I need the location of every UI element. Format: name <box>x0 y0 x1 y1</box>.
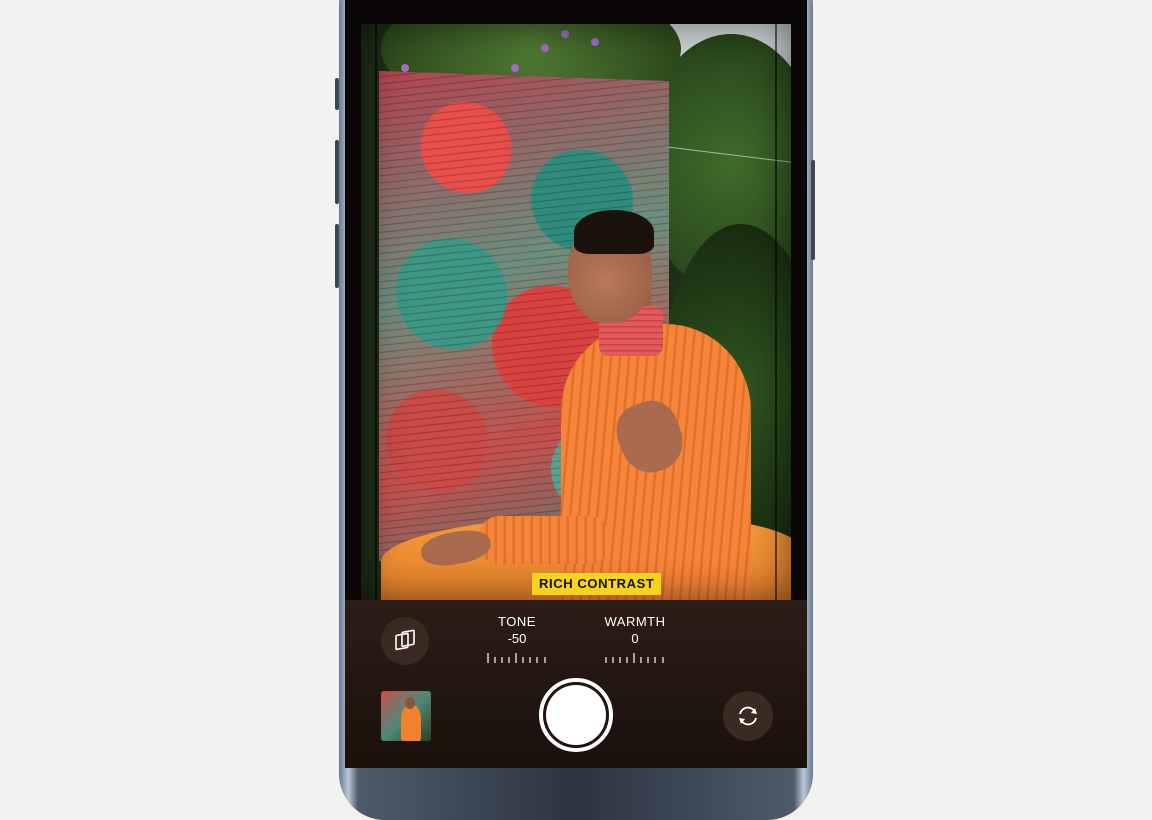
volume-up-button <box>335 140 339 204</box>
volume-down-button <box>335 224 339 288</box>
camera-flip-icon <box>739 706 757 726</box>
warmth-control[interactable]: WARMTH 0 <box>595 614 675 669</box>
tone-control[interactable]: TONE -50 <box>477 614 557 669</box>
camera-viewfinder[interactable]: RICH CONTRAST <box>361 24 791 600</box>
power-button <box>811 160 815 260</box>
tone-slider-ticks[interactable] <box>487 652 547 664</box>
thumbnail-head <box>405 697 415 709</box>
photographic-styles-button[interactable] <box>381 617 429 665</box>
shutter-button[interactable] <box>539 678 613 752</box>
tone-value: -50 <box>507 631 527 646</box>
tone-label: TONE <box>498 614 536 629</box>
camera-flip-button[interactable] <box>723 691 773 741</box>
viewfinder-vignette <box>361 24 791 600</box>
action-button <box>335 78 339 110</box>
photographic-styles-icon <box>395 629 415 651</box>
camera-controls: TONE -50 WARMTH 0 <box>345 600 807 768</box>
last-photo-thumbnail[interactable] <box>381 691 431 741</box>
camera-screen: RICH CONTRAST TONE -50 WARMTH 0 <box>345 0 807 768</box>
warmth-label: WARMTH <box>604 614 666 629</box>
photographic-style-label: RICH CONTRAST <box>532 573 662 595</box>
warmth-slider-ticks[interactable] <box>605 652 665 664</box>
shutter-inner <box>546 685 606 745</box>
thumbnail-person <box>401 705 421 741</box>
warmth-value: 0 <box>631 631 639 646</box>
